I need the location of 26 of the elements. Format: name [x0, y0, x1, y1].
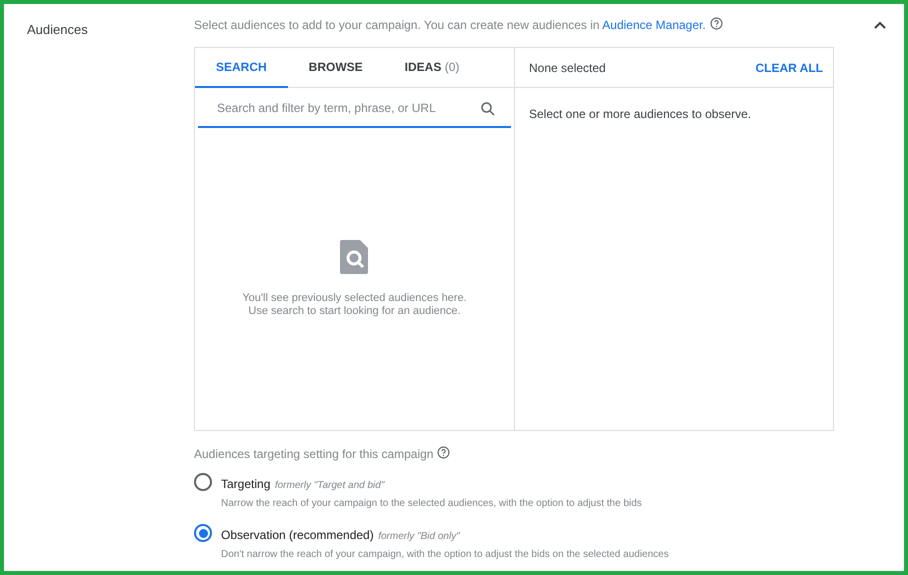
- option-label: Targeting: [221, 477, 270, 491]
- empty-state-text: Use search to start looking for an audience.: [248, 305, 461, 318]
- section-title: Audiences: [27, 22, 88, 37]
- option-description: Don't narrow the reach of your campaign, with the option to adjust the bids on the selected audiences: [221, 548, 669, 562]
- tab[interactable]: BROWSE: [288, 48, 384, 88]
- tab[interactable]: IDEAS (0): [384, 48, 480, 88]
- intro-text: Select audiences to add to your campaign. You can create new audiences in Audience Manager.: [194, 16, 856, 36]
- collapse-chevron-icon[interactable]: [873, 20, 887, 30]
- targeting-heading: Audiences targeting setting for this campaign: [194, 445, 856, 463]
- search-field[interactable]: Search and filter by term, phrase, or URL: [198, 90, 511, 128]
- audience-manager-link[interactable]: Audience Manager.: [602, 18, 706, 32]
- search-icon[interactable]: [479, 100, 497, 118]
- document-search-icon: [340, 240, 370, 274]
- radio-button[interactable]: [194, 473, 212, 491]
- tab[interactable]: SEARCH: [195, 48, 288, 88]
- selection-status: None selected: [529, 60, 606, 76]
- help-icon[interactable]: [437, 446, 450, 459]
- option-label: Observation (recommended): [221, 528, 374, 542]
- selection-message: Select one or more audiences to observe.: [529, 107, 752, 121]
- clear-all-button[interactable]: CLEAR ALL: [755, 58, 823, 76]
- option-description: Narrow the reach of your campaign to the selected audiences, with the option to adjust the bids: [221, 497, 642, 511]
- radio-button[interactable]: [194, 524, 212, 542]
- empty-state-text: You'll see previously selected audiences here.: [242, 292, 467, 305]
- help-icon[interactable]: [710, 17, 723, 30]
- option-note: formerly "Target and bid": [274, 480, 384, 491]
- option-note: formerly "Bid only": [378, 531, 460, 542]
